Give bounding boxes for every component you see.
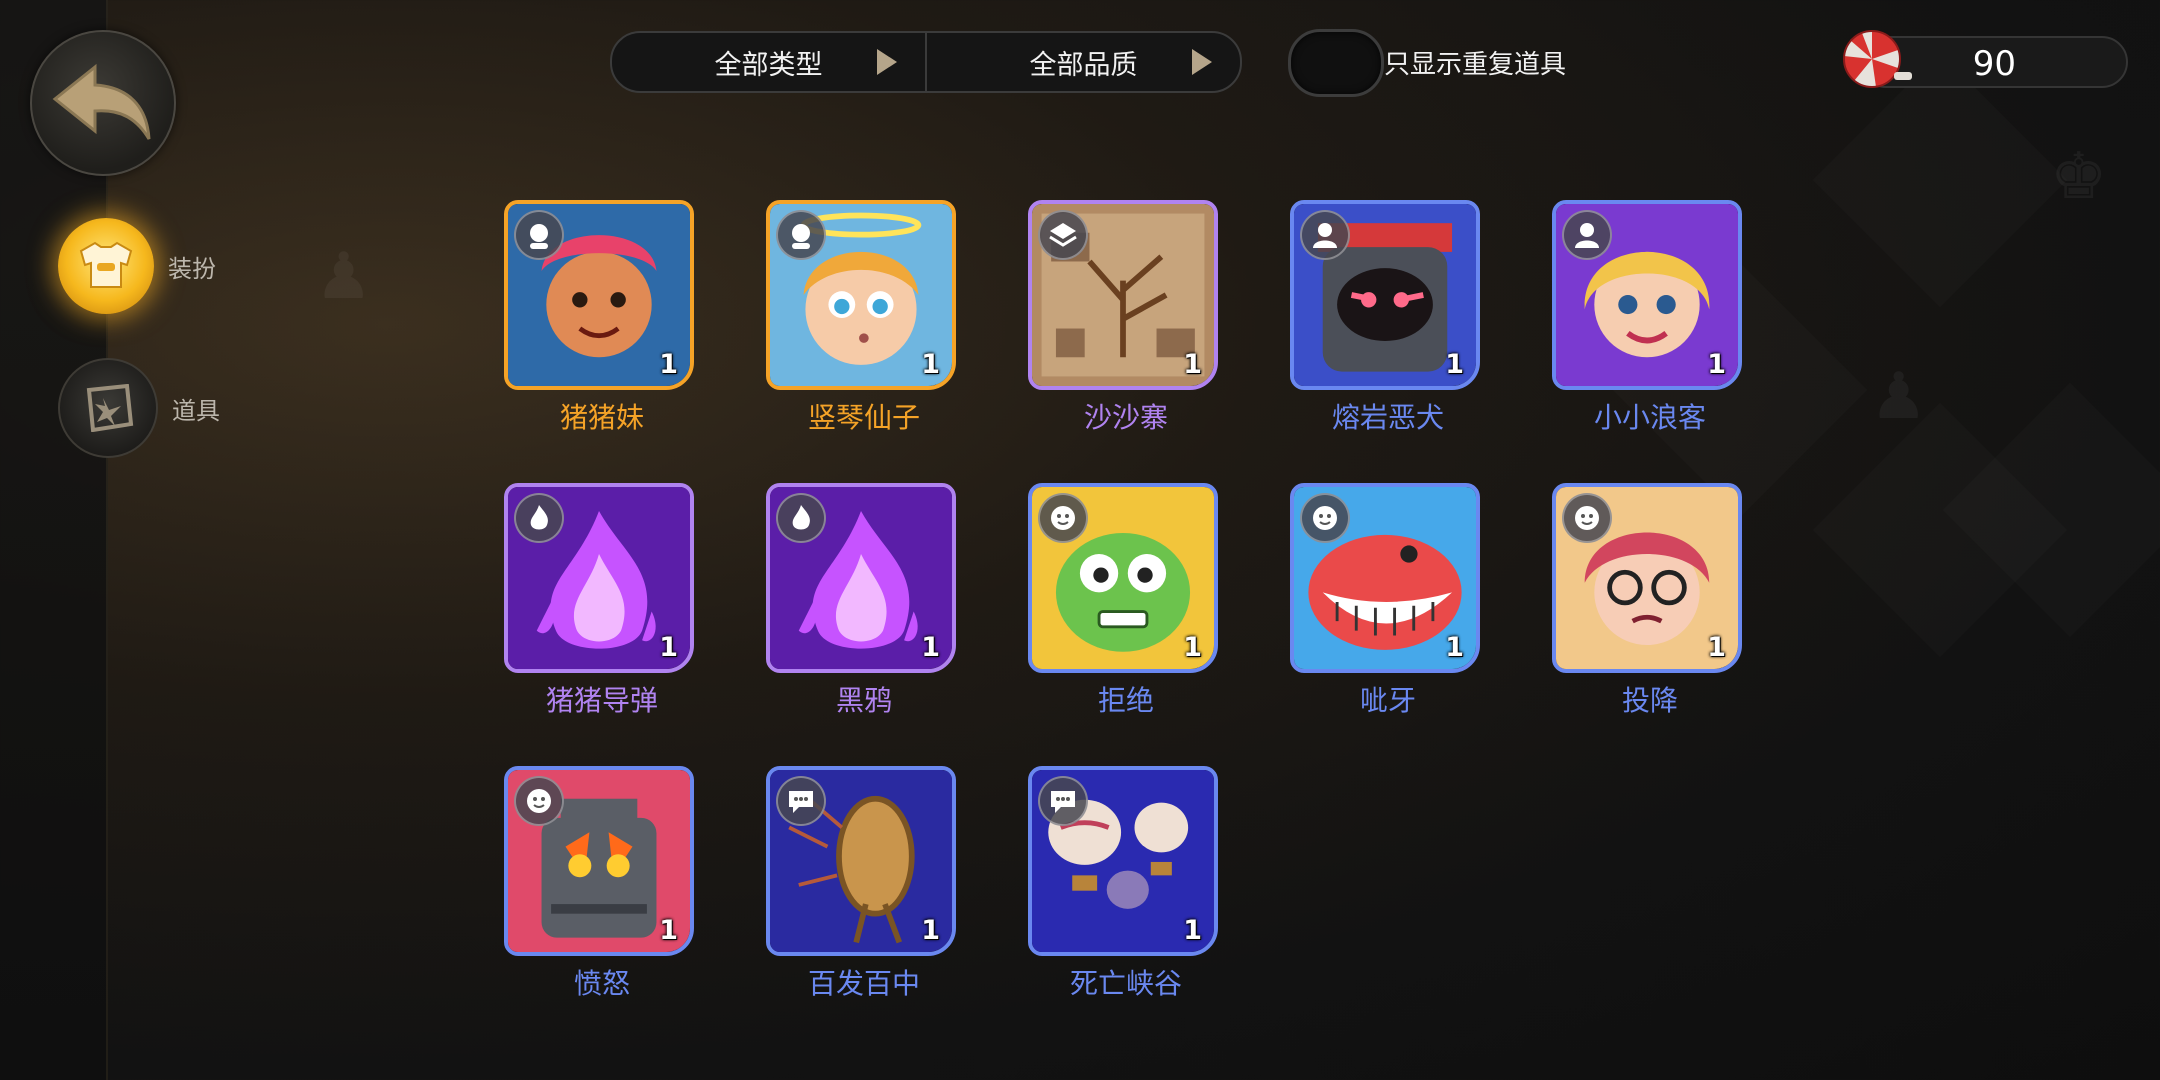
nav-label: 装扮: [168, 254, 216, 283]
type-filter-label: 全部类型: [714, 49, 823, 81]
item-name: 沙沙寨: [1083, 401, 1168, 434]
quality-filter-dropdown[interactable]: 全部品质: [925, 33, 1240, 91]
item-count: 1: [921, 915, 940, 946]
item-name: 拒绝: [1097, 684, 1154, 717]
item-name: 呲牙: [1359, 684, 1416, 717]
item-name: 猪猪妹: [559, 401, 644, 434]
item-name: 小小浪客: [1593, 401, 1706, 434]
item-card: 1: [1290, 483, 1480, 673]
item-count: 1: [921, 632, 940, 663]
chess-king-icon: ♚: [2050, 140, 2108, 214]
hero-icon: [776, 210, 826, 260]
item-card: 1: [1028, 483, 1218, 673]
item-count: 1: [1707, 349, 1726, 380]
item-card: 1: [766, 200, 956, 390]
item-card: 1: [504, 483, 694, 673]
chat-icon: [776, 776, 826, 826]
item-name: 死亡峡谷: [1069, 967, 1182, 1000]
item-count: 1: [659, 915, 678, 946]
item-card: 1: [1290, 200, 1480, 390]
back-button[interactable]: [30, 30, 176, 176]
item-name: 百发百中: [807, 967, 920, 1000]
item-count: 1: [1183, 349, 1202, 380]
item-name: 投降: [1621, 684, 1678, 717]
duplicates-toggle-label: 只显示重复道具: [1384, 50, 1567, 80]
caret-right-icon: [877, 49, 897, 75]
emote-icon: [514, 776, 564, 826]
emote-icon: [1038, 493, 1088, 543]
avatar-icon: [1300, 210, 1350, 260]
chess-pawn-icon: ♟: [1870, 360, 1928, 434]
item-card: 1: [504, 766, 694, 956]
nav-item-costume[interactable]: 装扮: [58, 218, 216, 314]
item-card: 1: [504, 200, 694, 390]
item-count: 1: [921, 349, 940, 380]
board-icon: [1038, 210, 1088, 260]
type-filter-dropdown[interactable]: 全部类型: [612, 33, 925, 91]
flame-icon: [514, 493, 564, 543]
item-name: 熔岩恶犬: [1331, 401, 1444, 434]
emote-icon: [1300, 493, 1350, 543]
quality-filter-label: 全部品质: [1029, 49, 1138, 81]
candy-icon: [1843, 30, 1912, 88]
item-name: 黑鸦: [835, 684, 892, 717]
duplicates-toggle[interactable]: [1288, 29, 1384, 97]
item-card: 1: [766, 766, 956, 956]
costume-icon: [58, 218, 154, 314]
flame-icon: [776, 493, 826, 543]
filter-bar: 全部类型 全部品质: [610, 31, 1242, 93]
item-name: 愤怒: [573, 967, 630, 1000]
item-card: 1: [1552, 483, 1742, 673]
item-card: 1: [766, 483, 956, 673]
caret-right-icon: [1192, 49, 1212, 75]
hero-icon: [514, 210, 564, 260]
nav-label: 道具: [172, 396, 220, 425]
item-card: 1: [1028, 766, 1218, 956]
emote-icon: [1562, 493, 1612, 543]
item-card: 1: [1552, 200, 1742, 390]
chess-pawn-icon: ♟: [315, 240, 373, 314]
chat-icon: [1038, 776, 1088, 826]
avatar-icon: [1562, 210, 1612, 260]
item-count: 1: [659, 349, 678, 380]
back-arrow-icon: [52, 63, 151, 140]
item-count: 1: [1445, 349, 1464, 380]
item-count: 1: [1183, 632, 1202, 663]
item-name: 竖琴仙子: [807, 401, 920, 434]
item-count: 1: [659, 632, 678, 663]
item-count: 1: [1707, 632, 1726, 663]
item-count: 1: [1445, 632, 1464, 663]
nav-item-props[interactable]: 道具: [58, 358, 220, 458]
item-name: 猪猪导弹: [545, 684, 658, 717]
props-icon: [58, 358, 158, 458]
item-card: 1: [1028, 200, 1218, 390]
currency-value: 90: [1972, 44, 2016, 84]
item-count: 1: [1183, 915, 1202, 946]
